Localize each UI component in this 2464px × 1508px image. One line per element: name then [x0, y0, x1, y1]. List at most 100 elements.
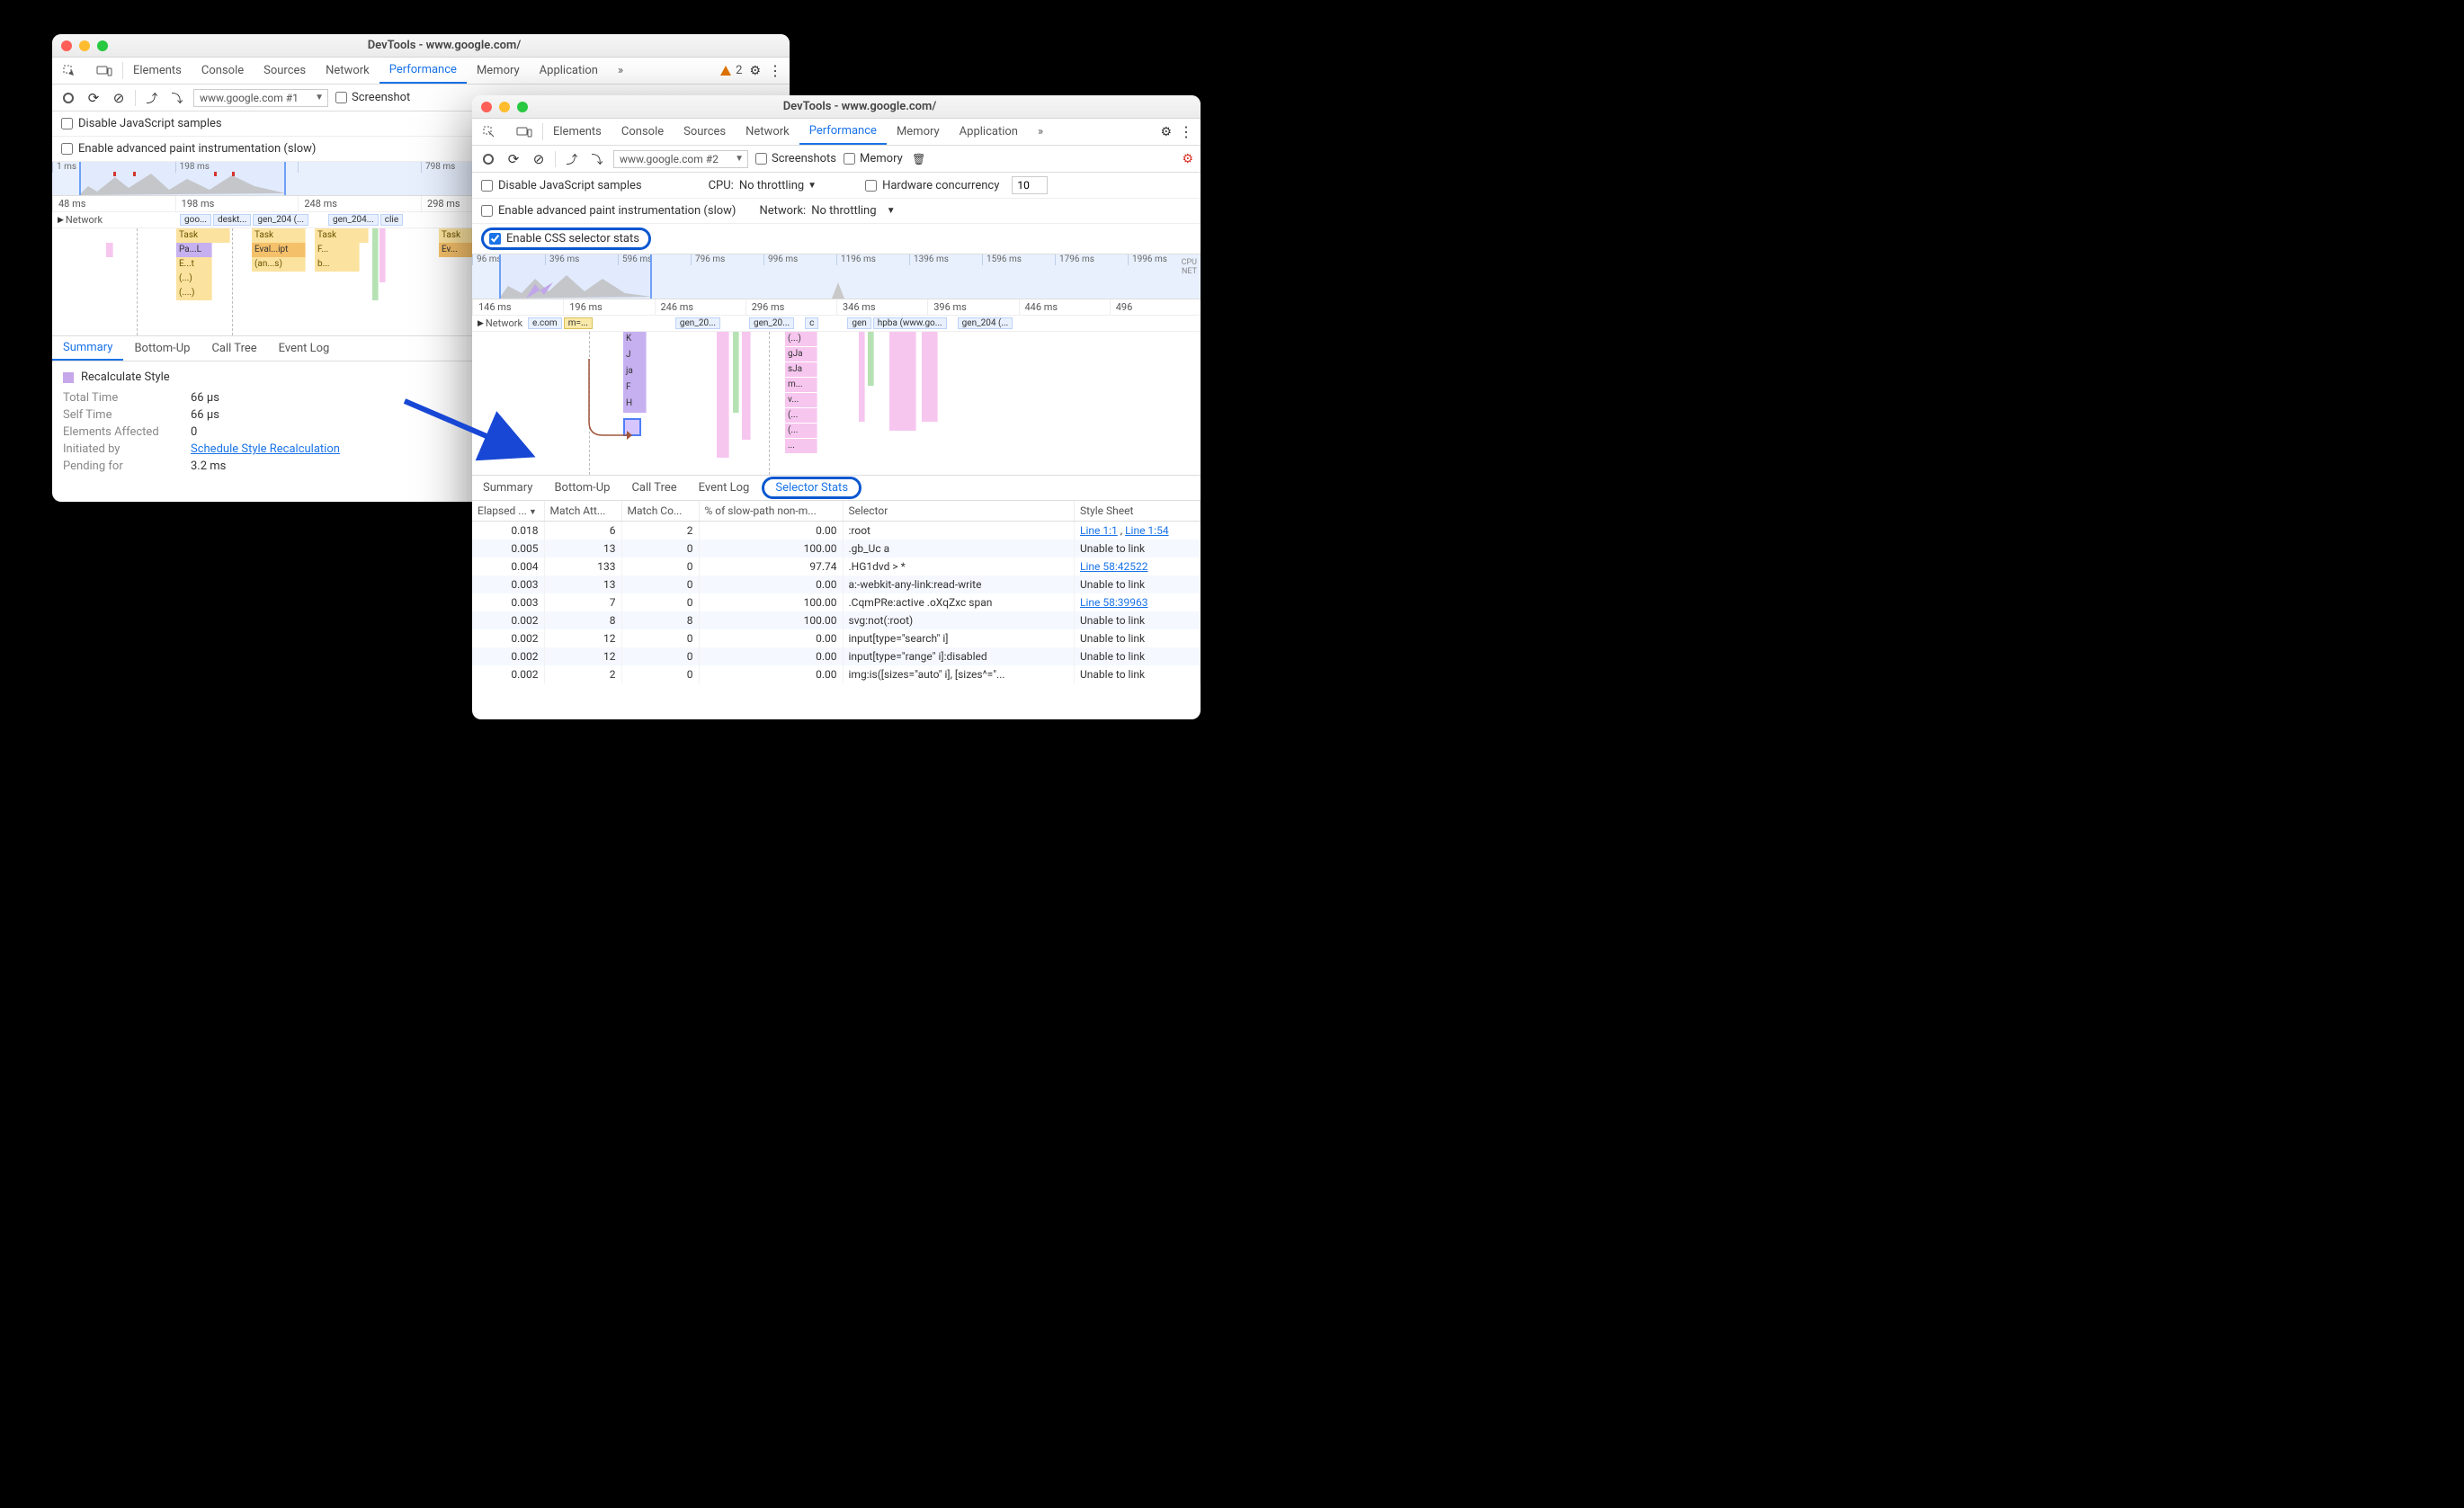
advanced-paint-checkbox[interactable]: Enable advanced paint instrumentation (s…	[61, 142, 316, 156]
save-profile-icon[interactable]	[168, 89, 186, 107]
flame-block[interactable]: Pa...L	[176, 243, 212, 257]
table-row[interactable]: 0.005130100.00.gb_Uc aUnable to link	[472, 540, 1201, 558]
net-pill[interactable]: gen_204 (...	[253, 214, 308, 226]
screenshots-checkbox[interactable]: Screenshot	[335, 91, 410, 104]
network-row[interactable]: ▶Network e.com m=... gen_20... gen_20...…	[472, 316, 1201, 332]
tab-call-tree[interactable]: Call Tree	[620, 476, 687, 500]
flame-block[interactable]: gJa	[785, 347, 817, 361]
more-tabs-icon[interactable]: »	[1028, 119, 1053, 145]
flame-block[interactable]: ...	[785, 439, 817, 453]
tab-console[interactable]: Console	[192, 58, 254, 84]
tab-call-tree[interactable]: Call Tree	[201, 336, 267, 361]
recording-selector[interactable]: www.google.com #2▼	[613, 150, 748, 168]
tab-sources[interactable]: Sources	[674, 119, 736, 145]
disable-js-checkbox[interactable]: Disable JavaScript samples	[481, 179, 642, 192]
tab-sources[interactable]: Sources	[254, 58, 316, 84]
capture-settings-gear-icon[interactable]	[1182, 152, 1193, 166]
flame-block[interactable]: (...)	[176, 272, 212, 286]
flame-block[interactable]: (....)	[176, 286, 212, 300]
reload-record-icon[interactable]	[504, 150, 522, 168]
gc-icon[interactable]	[910, 150, 928, 168]
tab-elements[interactable]: Elements	[543, 119, 612, 145]
screenshots-checkbox[interactable]: Screenshots	[755, 152, 836, 165]
flame-block[interactable]	[922, 332, 938, 422]
net-pill[interactable]: c	[805, 317, 818, 329]
stylesheet-link[interactable]: Line 1:54	[1125, 524, 1169, 537]
flame-block[interactable]: sJa	[785, 362, 817, 377]
net-pill[interactable]: m=...	[564, 317, 593, 329]
table-row[interactable]: 0.0031300.00a:-webkit-any-link:read-writ…	[472, 576, 1201, 593]
net-pill[interactable]: clie	[380, 214, 403, 226]
flame-block[interactable]: m...	[785, 378, 817, 392]
flame-block[interactable]: v...	[785, 393, 817, 407]
table-row[interactable]: 0.0021200.00input[type="search" i]Unable…	[472, 629, 1201, 647]
tab-elements[interactable]: Elements	[123, 58, 192, 84]
flame-block[interactable]	[733, 332, 739, 413]
flame-block[interactable]: (...)	[785, 332, 817, 346]
net-pill[interactable]: goo...	[180, 214, 211, 226]
flame-block[interactable]: (...	[785, 408, 817, 423]
load-profile-icon[interactable]	[563, 150, 581, 168]
table-row[interactable]: 0.002200.00img:is([sizes="auto" i], [siz…	[472, 665, 1201, 683]
table-row[interactable]: 0.018620.00:rootLine 1:1 , Line 1:54	[472, 522, 1201, 540]
tab-summary[interactable]: Summary	[52, 336, 123, 361]
net-pill[interactable]: gen_20...	[675, 317, 720, 329]
table-header[interactable]: % of slow-path non-m...	[699, 501, 843, 522]
table-header[interactable]: Selector	[843, 501, 1075, 522]
kebab-menu-icon[interactable]	[768, 62, 782, 79]
net-pill[interactable]: deskt...	[213, 214, 251, 226]
table-header[interactable]: Match Att...	[544, 501, 621, 522]
tab-performance[interactable]: Performance	[379, 58, 467, 84]
table-row[interactable]: 0.00288100.00svg:not(:root)Unable to lin…	[472, 611, 1201, 629]
table-row[interactable]: 0.0021200.00input[type="range" i]:disabl…	[472, 647, 1201, 665]
flame-block[interactable]: Task	[176, 228, 230, 243]
record-icon[interactable]	[479, 150, 497, 168]
settings-gear-icon[interactable]	[749, 64, 761, 78]
tab-bottom-up[interactable]: Bottom-Up	[123, 336, 201, 361]
clear-icon[interactable]	[110, 89, 128, 107]
net-pill[interactable]: gen_204 (...	[958, 317, 1013, 329]
minimize-icon[interactable]	[499, 102, 510, 112]
titlebar[interactable]: DevTools - www.google.com/	[472, 95, 1201, 119]
recording-selector[interactable]: www.google.com #1▼	[193, 89, 328, 107]
tab-memory[interactable]: Memory	[887, 119, 950, 145]
advanced-paint-checkbox[interactable]: Enable advanced paint instrumentation (s…	[481, 204, 736, 218]
flame-block[interactable]: Eval...ipt	[252, 243, 306, 257]
kebab-menu-icon[interactable]	[1179, 123, 1193, 140]
flame-block[interactable]	[379, 228, 386, 282]
tab-event-log[interactable]: Event Log	[268, 336, 341, 361]
flame-block[interactable]: Task	[439, 228, 475, 243]
flame-block[interactable]: Ev...	[439, 243, 475, 257]
stylesheet-link[interactable]: Line 58:39963	[1080, 596, 1147, 609]
flame-block[interactable]: b...	[315, 257, 360, 272]
table-header[interactable]: Elapsed ...	[472, 501, 544, 522]
save-profile-icon[interactable]	[588, 150, 606, 168]
titlebar[interactable]: DevTools - www.google.com/	[52, 34, 790, 58]
device-toggle-icon[interactable]	[86, 58, 122, 84]
flame-block[interactable]	[742, 332, 751, 440]
table-row[interactable]: 0.00370100.00.CqmPRe:active .oXqZxc span…	[472, 593, 1201, 611]
timeline-overview[interactable]: 96 ms396 ms596 ms796 ms996 ms1196 ms1396…	[472, 254, 1201, 299]
disable-js-checkbox[interactable]: Disable JavaScript samples	[61, 117, 222, 130]
tab-network[interactable]: Network	[736, 119, 799, 145]
minimize-icon[interactable]	[79, 40, 90, 51]
zoom-icon[interactable]	[517, 102, 528, 112]
close-icon[interactable]	[61, 40, 72, 51]
flame-ruler[interactable]: 146 ms196 ms246 ms296 ms346 ms396 ms446 …	[472, 299, 1201, 316]
load-profile-icon[interactable]	[143, 89, 161, 107]
net-pill[interactable]: gen_20...	[749, 317, 794, 329]
flame-block[interactable]	[859, 332, 865, 422]
tab-summary[interactable]: Summary	[472, 476, 543, 500]
flame-block[interactable]	[106, 243, 113, 257]
hardware-concurrency-checkbox[interactable]: Hardware concurrency	[865, 179, 999, 192]
net-pill[interactable]: gen	[847, 317, 870, 329]
flame-block[interactable]	[868, 332, 874, 386]
record-icon[interactable]	[59, 89, 77, 107]
flame-block[interactable]: (...	[785, 424, 817, 438]
network-throttle-dropdown[interactable]: No throttling ▼	[811, 204, 895, 218]
tab-memory[interactable]: Memory	[467, 58, 530, 84]
inspect-icon[interactable]	[472, 119, 506, 145]
memory-checkbox[interactable]: Memory	[844, 152, 903, 165]
tab-performance[interactable]: Performance	[799, 119, 887, 145]
reload-record-icon[interactable]	[85, 89, 103, 107]
